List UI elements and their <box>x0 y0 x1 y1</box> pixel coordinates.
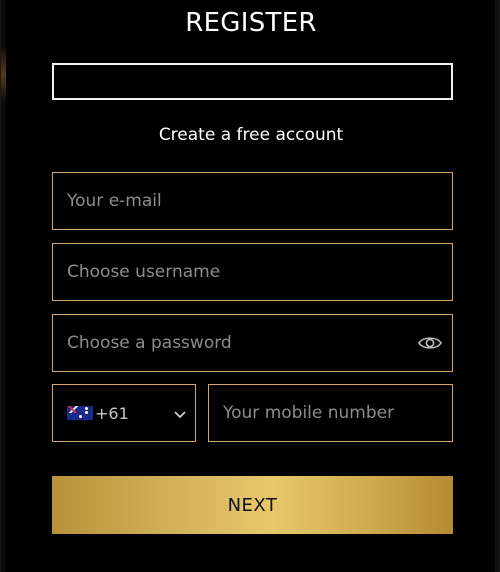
eye-icon[interactable] <box>418 335 442 351</box>
password-field[interactable] <box>52 314 453 372</box>
country-code-select[interactable]: +61 <box>52 384 196 442</box>
register-panel: REGISTER Create a free account +61 NEXT <box>0 0 500 572</box>
mobile-number-field[interactable] <box>208 384 453 442</box>
mobile-number-input[interactable] <box>223 403 452 423</box>
chevron-down-icon <box>174 411 186 419</box>
username-input[interactable] <box>67 262 452 282</box>
username-field[interactable] <box>52 243 453 301</box>
password-input[interactable] <box>67 333 408 353</box>
australia-flag-icon <box>67 406 93 420</box>
page-title: REGISTER <box>185 8 317 38</box>
left-edge <box>1 0 6 572</box>
email-input[interactable] <box>67 191 452 211</box>
email-field[interactable] <box>52 172 453 230</box>
banner-box <box>52 63 453 100</box>
subtitle: Create a free account <box>158 125 344 145</box>
right-edge <box>495 0 499 572</box>
next-button[interactable]: NEXT <box>52 476 453 534</box>
country-code-value: +61 <box>95 403 129 423</box>
